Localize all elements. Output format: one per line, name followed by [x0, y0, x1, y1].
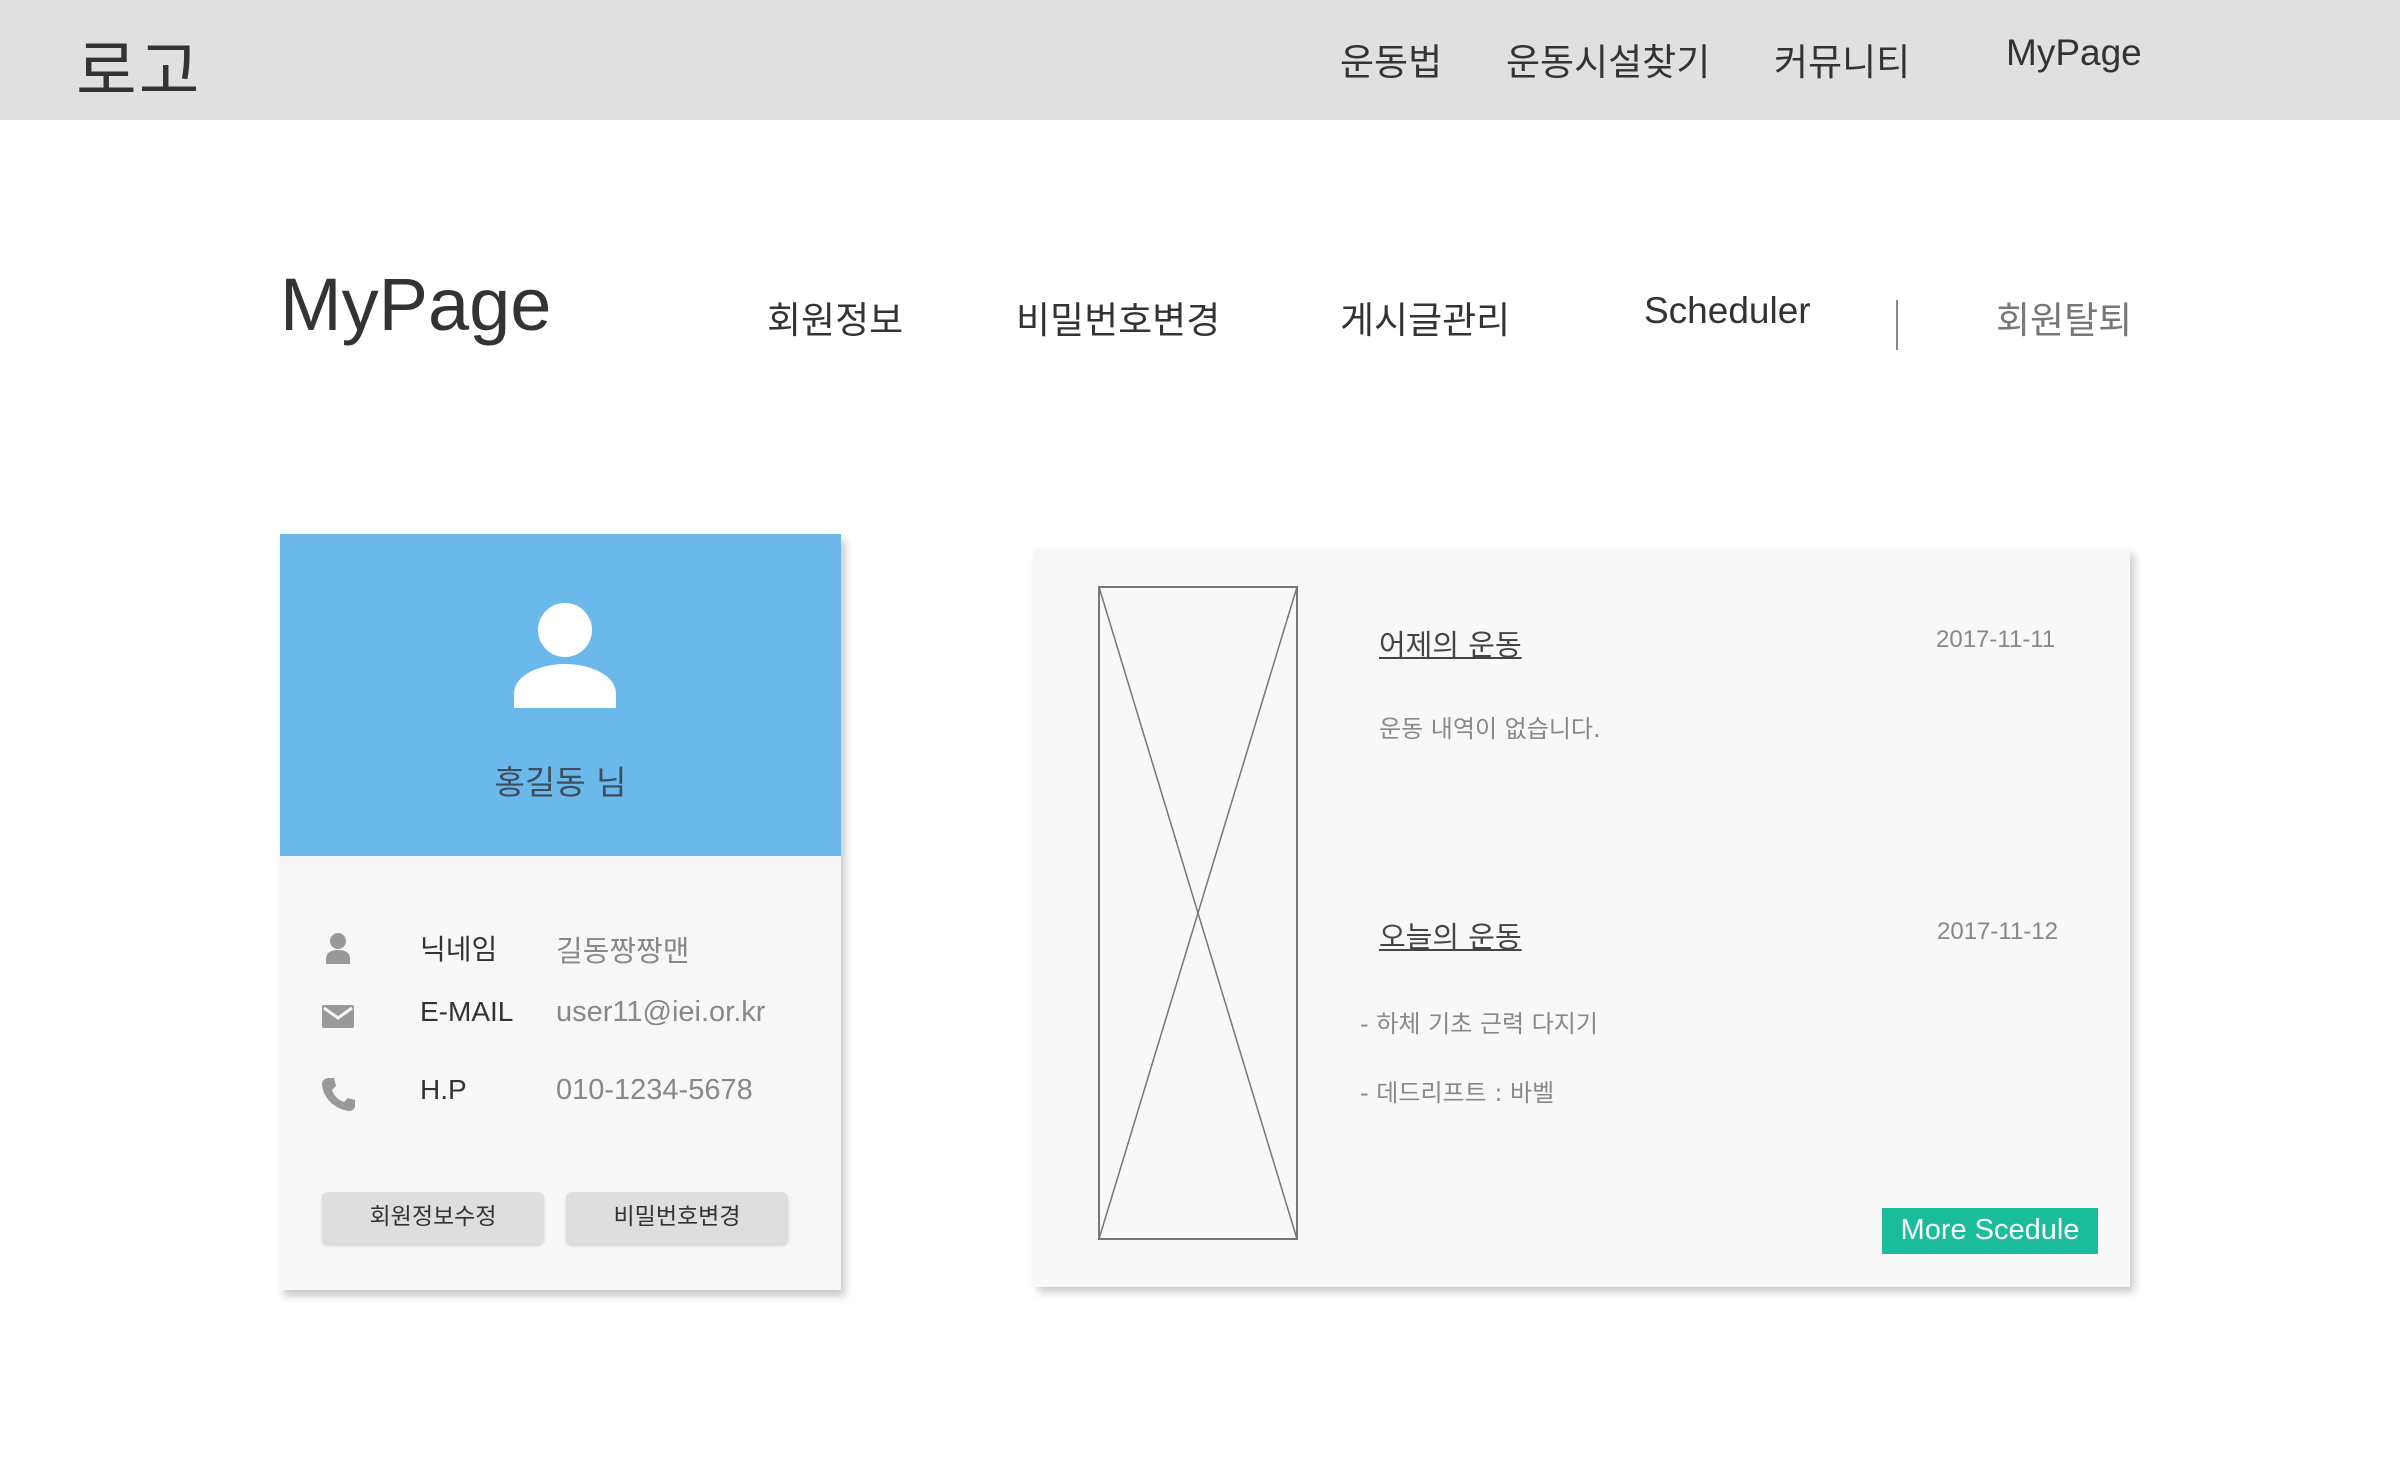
logo[interactable]: 로고 [76, 18, 201, 114]
yesterday-workout-title[interactable]: 어제의 운동 [1379, 622, 1522, 664]
profile-card: 홍길동 님 닉네임 길동짱짱맨 E-MAIL user11@iei.or.kr … [280, 534, 841, 1290]
change-password-button[interactable]: 비밀번호변경 [566, 1192, 788, 1244]
phone-icon [322, 1078, 355, 1111]
email-label: E-MAIL [420, 996, 514, 1027]
tab-member-info[interactable]: 회원정보 [767, 290, 903, 344]
tab-post-management[interactable]: 게시글관리 [1340, 290, 1510, 344]
profile-card-header: 홍길동 님 [280, 534, 841, 856]
tab-withdraw[interactable]: 회원탈퇴 [1996, 290, 2132, 344]
avatar-person-icon [514, 603, 616, 708]
nickname-label: 닉네임 [420, 934, 498, 965]
yesterday-workout-text: 운동 내역이 없습니다. [1379, 715, 1601, 743]
today-workout-item: - 데드리프트 : 바벨 [1360, 1079, 1555, 1107]
tab-scheduler[interactable]: Scheduler [1644, 290, 1811, 332]
edit-profile-button[interactable]: 회원정보수정 [322, 1192, 544, 1244]
phone-label: H.P [420, 1074, 467, 1105]
today-workout-item: - 하체 기초 근력 다지기 [1360, 1010, 1598, 1038]
nav-item-workout-methods[interactable]: 운동법 [1340, 32, 1442, 86]
top-navbar: 로고 운동법 운동시설찾기 커뮤니티 MyPage [0, 0, 2400, 120]
image-placeholder-icon [1098, 586, 1298, 1240]
nickname-value: 길동짱짱맨 [556, 936, 690, 968]
nav-item-community[interactable]: 커뮤니티 [1774, 32, 1910, 86]
user-name: 홍길동 님 [494, 763, 627, 802]
email-value: user11@iei.or.kr [556, 996, 766, 1028]
yesterday-date: 2017-11-11 [1936, 626, 2056, 653]
phone-value: 010-1234-5678 [556, 1074, 753, 1106]
nickname-row: 닉네임 길동짱짱맨 [320, 924, 820, 974]
phone-row: H.P 010-1234-5678 [320, 1070, 820, 1120]
mail-icon [322, 1005, 354, 1028]
nav-item-mypage[interactable]: MyPage [2006, 32, 2142, 74]
more-schedule-button[interactable]: More Scedule [1882, 1208, 2098, 1254]
today-workout-title[interactable]: 오늘의 운동 [1379, 914, 1522, 956]
email-row: E-MAIL user11@iei.or.kr [320, 992, 820, 1042]
tab-change-password[interactable]: 비밀번호변경 [1016, 290, 1220, 344]
schedule-panel: 어제의 운동 2017-11-11 운동 내역이 없습니다. 오늘의 운동 20… [1034, 549, 2130, 1287]
nav-item-find-facilities[interactable]: 운동시설찾기 [1506, 32, 1710, 86]
page-title: MyPage [280, 263, 552, 346]
person-icon [326, 933, 350, 964]
tab-divider [1896, 300, 1898, 350]
today-date: 2017-11-12 [1937, 918, 2058, 945]
